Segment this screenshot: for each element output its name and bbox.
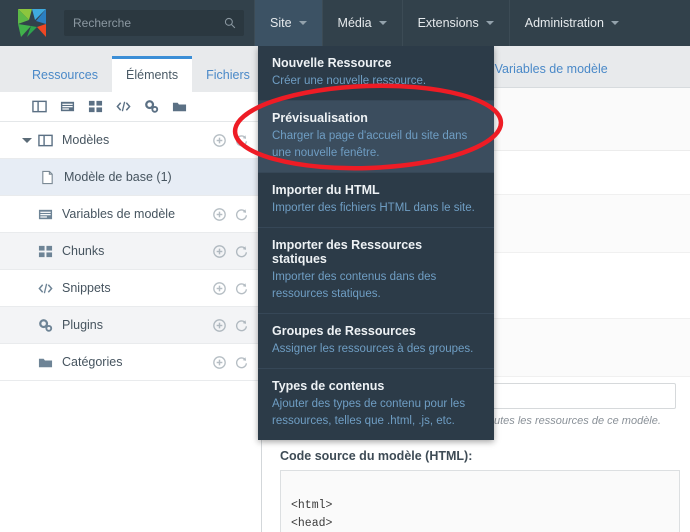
menu-item-site[interactable]: Site: [254, 0, 322, 46]
tree-item-label: Catégories: [62, 355, 123, 369]
tree-item-label: Modèle de base (1): [64, 170, 172, 184]
dropdown-item-desc: Créer une nouvelle ressource.: [272, 75, 427, 87]
dropdown-item-title: Groupes de Ressources: [272, 323, 416, 338]
main-menu: Site Média Extensions Administration: [254, 0, 690, 46]
menu-item-extensions[interactable]: Extensions: [401, 0, 509, 46]
chunk-icon: [38, 245, 53, 257]
menu-item-media-label: Média: [337, 16, 372, 30]
add-icon[interactable]: [213, 244, 226, 258]
modx-logo-icon: [18, 9, 46, 37]
dropdown-item-desc: Charger la page d'accueil du site dans u…: [272, 130, 468, 159]
code-source-editor[interactable]: <html> <head> <title>[[++site_name]] - […: [280, 470, 680, 532]
tree-item-modele-de-base[interactable]: Modèle de base (1): [0, 159, 261, 196]
template-icon[interactable]: [32, 99, 47, 114]
modx-logo[interactable]: [0, 0, 64, 46]
code-line: <head>: [291, 516, 333, 530]
dropdown-item-types-de-contenus[interactable]: Types de contenus Ajouter des types de c…: [258, 369, 494, 440]
dropdown-item-title: Nouvelle Ressource: [272, 56, 392, 70]
refresh-icon[interactable]: [235, 356, 248, 369]
dropdown-item-previsualisation[interactable]: Prévisualisation Charger la page d'accue…: [258, 101, 494, 173]
refresh-icon[interactable]: [235, 282, 248, 295]
tree-item-variables-de-modele[interactable]: Variables de modèle: [0, 196, 261, 233]
menu-item-extensions-label: Extensions: [417, 16, 479, 30]
dropdown-item-title: Importer du HTML: [272, 182, 380, 197]
dropdown-item-title: Types de contenus: [272, 379, 385, 394]
tree-tabs: Ressources Éléments Fichiers: [0, 46, 262, 92]
refresh-icon[interactable]: [235, 319, 248, 332]
tree-item-label: Variables de modèle: [62, 207, 176, 221]
row-actions: [213, 207, 261, 221]
search-container: [64, 0, 254, 46]
snippet-icon: [38, 283, 53, 293]
tab-variables-de-modele[interactable]: Variables de modèle: [482, 53, 621, 87]
tree-container: Modèles Modèle de base (1) Variables de …: [0, 92, 262, 532]
site-dropdown-menu: Nouvelle Ressource Créer une nouvelle re…: [258, 46, 494, 440]
menu-item-site-label: Site: [270, 16, 292, 30]
template-icon: [38, 134, 53, 146]
dropdown-item-nouvelle-ressource[interactable]: Nouvelle Ressource Créer une nouvelle re…: [258, 46, 494, 102]
menu-item-media[interactable]: Média: [321, 0, 402, 46]
add-icon[interactable]: [213, 318, 226, 332]
element-tree-panel: Ressources Éléments Fichiers Modèles Mod…: [0, 46, 262, 532]
snippet-icon[interactable]: [116, 99, 131, 114]
menu-spacer: [634, 0, 690, 46]
dropdown-item-desc: Importer des fichiers HTML dans le site.: [272, 201, 475, 214]
refresh-icon[interactable]: [235, 245, 248, 258]
chunk-icon[interactable]: [88, 99, 103, 114]
search-box[interactable]: [64, 10, 244, 36]
tree-item-modeles[interactable]: Modèles: [0, 122, 261, 159]
template-variable-icon[interactable]: [60, 99, 75, 114]
category-folder-icon: [38, 358, 53, 367]
tree-item-label: Plugins: [62, 318, 103, 332]
tree-item-chunks[interactable]: Chunks: [0, 233, 261, 270]
add-icon[interactable]: [213, 281, 226, 295]
plugin-icon[interactable]: [144, 99, 159, 114]
tree-item-label: Chunks: [62, 244, 105, 258]
chevron-down-icon: [485, 21, 494, 25]
row-actions: [213, 244, 261, 258]
chevron-down-icon: [298, 21, 307, 25]
tree-item-label: Modèles: [62, 133, 110, 147]
chevron-down-icon[interactable]: [22, 137, 32, 143]
tab-fichiers[interactable]: Fichiers: [192, 56, 264, 92]
search-input[interactable]: [64, 10, 244, 36]
menu-item-administration-label: Administration: [524, 16, 604, 30]
top-navigation-bar: Site Média Extensions Administration: [0, 0, 690, 46]
add-icon[interactable]: [213, 207, 226, 221]
refresh-icon[interactable]: [235, 208, 248, 221]
modx-manager-window: Site Média Extensions Administration Res…: [0, 0, 690, 532]
row-actions: [213, 318, 261, 332]
tree-item-snippets[interactable]: Snippets: [0, 270, 261, 307]
add-icon[interactable]: [213, 355, 226, 369]
dropdown-item-title: Importer des Ressources statiques: [272, 238, 423, 267]
plugin-icon: [39, 318, 53, 332]
tab-elements[interactable]: Éléments: [112, 56, 193, 92]
chevron-down-icon: [378, 21, 387, 25]
tree-item-plugins[interactable]: Plugins: [0, 307, 261, 344]
refresh-icon[interactable]: [235, 134, 248, 147]
row-actions: [213, 281, 261, 295]
menu-item-administration[interactable]: Administration: [508, 0, 634, 46]
template-variable-icon: [38, 209, 53, 219]
dropdown-item-desc: Assigner les ressources à des groupes.: [272, 342, 474, 355]
category-folder-icon[interactable]: [172, 99, 187, 114]
code-line: <html>: [291, 498, 333, 512]
tree-item-label: Snippets: [62, 281, 111, 295]
row-actions: [213, 355, 261, 369]
chevron-down-icon: [610, 21, 619, 25]
dropdown-item-importer-html[interactable]: Importer du HTML Importer des fichiers H…: [258, 173, 494, 229]
add-icon[interactable]: [213, 133, 226, 147]
row-actions: [213, 133, 261, 147]
document-icon: [42, 170, 53, 184]
tab-ressources[interactable]: Ressources: [18, 56, 112, 92]
dropdown-item-groupes-de-ressources[interactable]: Groupes de Ressources Assigner les resso…: [258, 314, 494, 370]
dropdown-item-desc: Ajouter des types de contenu pour les re…: [272, 398, 466, 427]
dropdown-item-title: Prévisualisation: [272, 111, 368, 126]
dropdown-item-desc: Importer des contenus dans des ressource…: [272, 271, 437, 300]
dropdown-item-importer-ressources-statiques[interactable]: Importer des Ressources statiques Import…: [258, 228, 494, 314]
tree-item-categories[interactable]: Catégories: [0, 344, 261, 381]
tree-toolbar: [0, 92, 261, 122]
